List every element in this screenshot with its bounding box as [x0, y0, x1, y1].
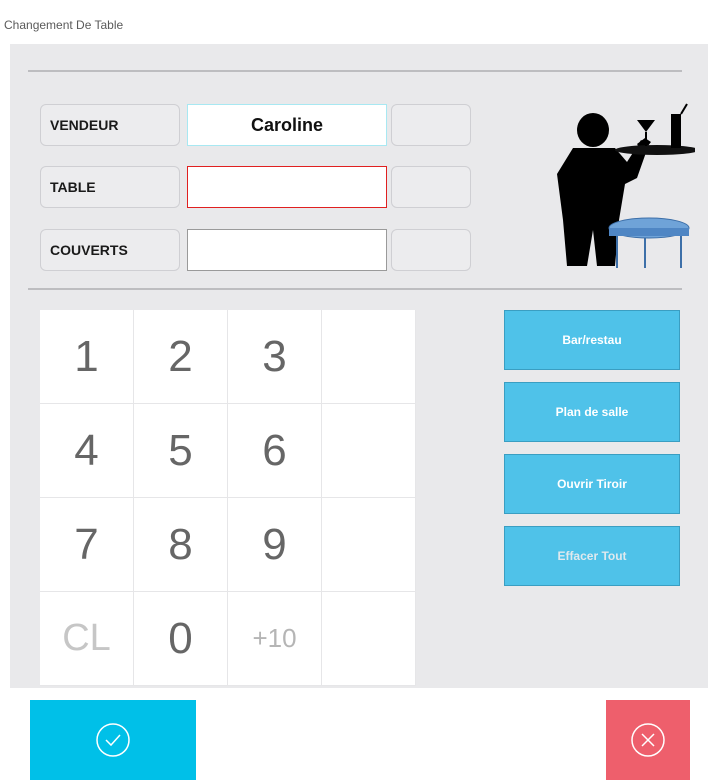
plan-de-salle-button[interactable]: Plan de salle	[504, 382, 680, 442]
key-clear[interactable]: CL	[40, 592, 134, 686]
vendeur-field[interactable]: Caroline	[187, 104, 387, 146]
key-0[interactable]: 0	[134, 592, 228, 686]
key-4[interactable]: 4	[40, 404, 134, 498]
key-blank-3	[322, 498, 416, 592]
couverts-button[interactable]: COUVERTS	[40, 229, 180, 271]
check-circle-icon	[96, 723, 130, 757]
top-divider	[28, 70, 682, 72]
confirm-button[interactable]	[30, 700, 196, 780]
window-title: Changement De Table	[4, 18, 124, 32]
numeric-keypad: 1 2 3 4 5 6 7 8 9 CL 0 +10	[40, 310, 416, 686]
bar-restau-button[interactable]: Bar/restau	[504, 310, 680, 370]
ouvrir-tiroir-button[interactable]: Ouvrir Tiroir	[504, 454, 680, 514]
key-5[interactable]: 5	[134, 404, 228, 498]
table-field[interactable]	[187, 166, 387, 208]
table-button[interactable]: TABLE	[40, 166, 180, 208]
couverts-lookup-button[interactable]	[391, 229, 471, 271]
cancel-button[interactable]	[606, 700, 690, 780]
key-plus-10[interactable]: +10	[228, 592, 322, 686]
key-1[interactable]: 1	[40, 310, 134, 404]
title-bar: Changement De Table	[0, 0, 708, 44]
vendeur-lookup-button[interactable]	[391, 104, 471, 146]
key-6[interactable]: 6	[228, 404, 322, 498]
key-blank-2	[322, 404, 416, 498]
couverts-field[interactable]	[187, 229, 387, 271]
key-blank-1	[322, 310, 416, 404]
key-7[interactable]: 7	[40, 498, 134, 592]
key-2[interactable]: 2	[134, 310, 228, 404]
middle-divider	[28, 288, 682, 290]
key-blank-4	[322, 592, 416, 686]
key-9[interactable]: 9	[228, 498, 322, 592]
vendeur-button[interactable]: VENDEUR	[40, 104, 180, 146]
key-3[interactable]: 3	[228, 310, 322, 404]
table-lookup-button[interactable]	[391, 166, 471, 208]
close-circle-icon	[631, 723, 665, 757]
key-8[interactable]: 8	[134, 498, 228, 592]
effacer-tout-button[interactable]: Effacer Tout	[504, 526, 680, 586]
waiter-illustration	[557, 103, 695, 268]
